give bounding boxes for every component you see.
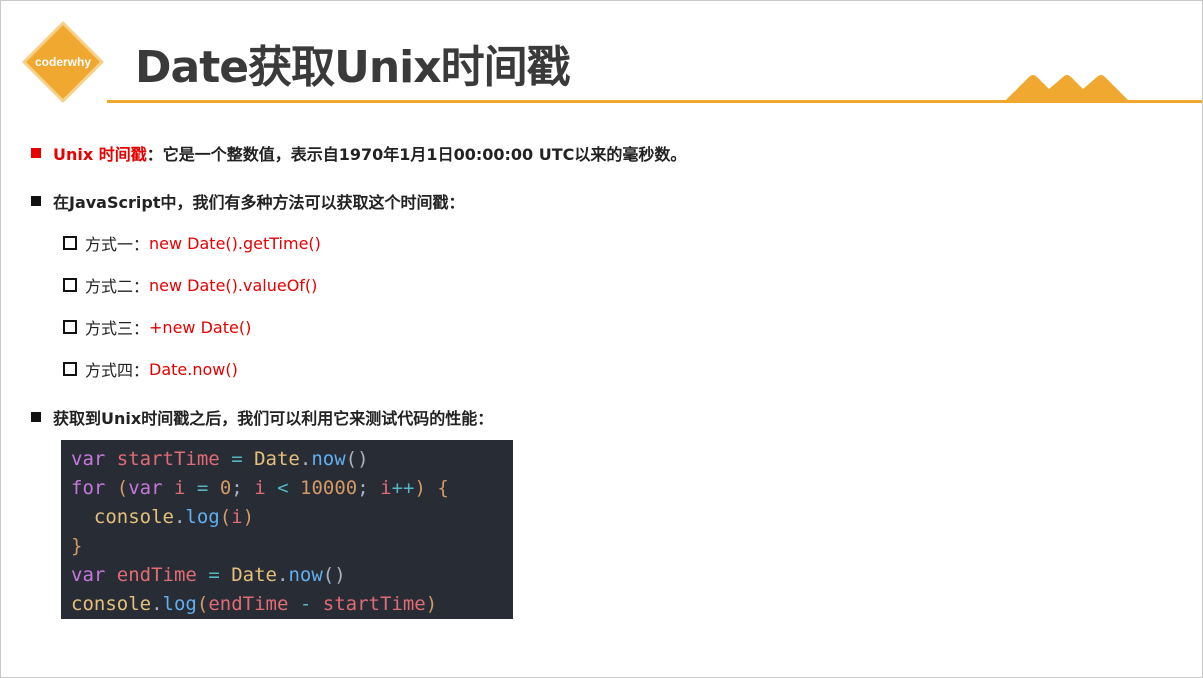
code-keyword: var [71,564,106,586]
method-label: 方式三： [85,319,150,338]
code-punct: ) [242,506,255,528]
code-variable: i [380,477,392,499]
mountains-decoration [1003,75,1131,103]
methods-intro-text: 在JavaScript中，我们有多种方法可以获取这个时间戳： [53,193,465,212]
code-operator: - [299,593,312,615]
code-variable: endTime [116,564,197,586]
hollow-square-bullet-icon [63,236,77,250]
hollow-square-bullet-icon [63,362,77,376]
code-block: var startTime = Date.now() for (var i = … [61,440,513,619]
hollow-square-bullet-icon [63,278,77,292]
code-variable: i [174,477,186,499]
code-punct: . [151,593,163,615]
code-variable: i [254,477,266,499]
method-item: 方式四： Date.now() [63,357,238,381]
method-code: new Date().getTime() [149,233,321,253]
hollow-square-bullet-icon [63,320,77,334]
black-square-bullet-icon [31,412,41,422]
code-line: } [71,535,82,557]
code-punct: () [322,564,346,586]
code-object: Date [231,564,277,586]
code-punct: } [71,535,83,557]
code-operator: = [208,564,220,586]
code-keyword: var [128,477,163,499]
unix-timestamp-term: Unix 时间戳 [53,145,147,164]
code-variable: i [231,506,243,528]
red-square-bullet-icon [31,148,41,158]
code-keyword: var [71,448,106,470]
code-punct: ) [425,593,438,615]
code-function: log [185,506,220,528]
code-object: console [71,593,152,615]
black-square-bullet-icon [31,196,41,206]
code-number: 10000 [300,477,358,499]
code-punct: . [173,506,186,528]
code-line: console.log(i) [71,506,254,528]
method-code: +new Date() [149,317,252,337]
code-operator: = [196,477,209,499]
method-label: 方式一： [85,235,150,254]
bullet-unix-timestamp: Unix 时间戳 ：它是一个整数值，表示自1970年1月1日00:00:00 U… [31,141,686,165]
code-line: console.log(endTime - startTime) [71,593,437,615]
code-line: for (var i = 0; i < 10000; i++) { [71,477,449,499]
bullet-methods-intro: 在JavaScript中，我们有多种方法可以获取这个时间戳： [31,189,464,213]
method-code: Date.now() [149,359,238,379]
code-punct: ( [196,593,209,615]
code-function: log [162,593,197,615]
code-punct: . [299,448,312,470]
method-code: new Date().valueOf() [149,275,318,295]
code-operator: < [277,477,289,499]
code-object: Date [254,448,300,470]
code-variable: startTime [322,593,426,615]
method-item: 方式三： +new Date() [63,315,251,339]
method-item: 方式二： new Date().valueOf() [63,273,317,297]
code-variable: startTime [116,448,220,470]
slide: coderwhy Date获取Unix时间戳 Unix 时间戳 ：它是一个整数值… [0,0,1203,678]
code-function: now [311,448,346,470]
code-line: var startTime = Date.now() [71,448,369,470]
method-label: 方式二： [85,277,150,296]
code-object: console [93,506,174,528]
code-punct: ) [414,477,426,499]
code-operator: ++ [391,477,415,499]
method-item: 方式一： new Date().getTime() [63,231,321,255]
page-title: Date获取Unix时间戳 [135,42,571,93]
code-function: now [288,564,323,586]
code-operator: = [231,448,243,470]
code-keyword: for [71,477,106,499]
unix-timestamp-definition: ：它是一个整数值，表示自1970年1月1日00:00:00 UTC以来的毫秒数。 [146,145,687,164]
performance-text: 获取到Unix时间戳之后，我们可以利用它来测试代码的性能： [53,409,494,428]
code-number: 0 [219,477,232,499]
code-punct: ( [116,477,129,499]
logo-text: coderwhy [34,55,91,69]
code-punct: . [276,564,289,586]
bullet-performance: 获取到Unix时间戳之后，我们可以利用它来测试代码的性能： [31,405,493,429]
method-label: 方式四： [85,361,150,380]
code-punct: ; [357,477,369,499]
code-line: var endTime = Date.now() [71,564,346,586]
code-punct: () [345,448,369,470]
code-variable: endTime [208,593,289,615]
code-punct: ( [219,506,232,528]
code-punct: { [437,477,449,499]
code-punct: ; [231,477,243,499]
